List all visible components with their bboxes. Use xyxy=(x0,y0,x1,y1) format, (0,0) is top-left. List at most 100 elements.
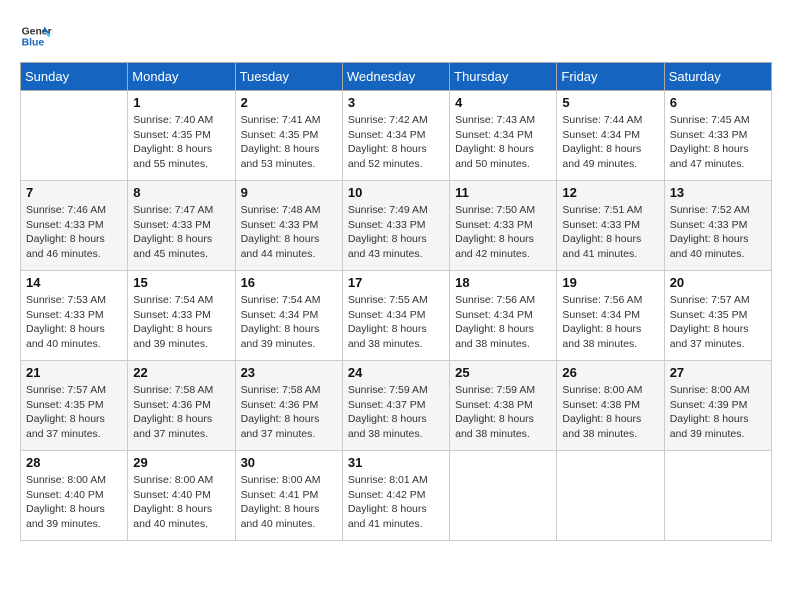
day-number: 21 xyxy=(26,365,122,380)
calendar-table: SundayMondayTuesdayWednesdayThursdayFrid… xyxy=(20,62,772,541)
calendar-cell: 28 Sunrise: 8:00 AM Sunset: 4:40 PM Dayli… xyxy=(21,451,128,541)
day-info: Sunrise: 8:00 AM Sunset: 4:38 PM Dayligh… xyxy=(562,383,658,442)
week-row-4: 21 Sunrise: 7:57 AM Sunset: 4:35 PM Dayli… xyxy=(21,361,772,451)
day-info: Sunrise: 7:56 AM Sunset: 4:34 PM Dayligh… xyxy=(562,293,658,352)
day-number: 24 xyxy=(348,365,444,380)
day-number: 3 xyxy=(348,95,444,110)
calendar-cell: 11 Sunrise: 7:50 AM Sunset: 4:33 PM Dayli… xyxy=(450,181,557,271)
calendar-cell: 12 Sunrise: 7:51 AM Sunset: 4:33 PM Dayli… xyxy=(557,181,664,271)
day-info: Sunrise: 7:56 AM Sunset: 4:34 PM Dayligh… xyxy=(455,293,551,352)
day-info: Sunrise: 7:50 AM Sunset: 4:33 PM Dayligh… xyxy=(455,203,551,262)
day-number: 10 xyxy=(348,185,444,200)
calendar-cell: 21 Sunrise: 7:57 AM Sunset: 4:35 PM Dayli… xyxy=(21,361,128,451)
day-number: 5 xyxy=(562,95,658,110)
day-number: 27 xyxy=(670,365,766,380)
calendar-cell: 30 Sunrise: 8:00 AM Sunset: 4:41 PM Dayli… xyxy=(235,451,342,541)
day-info: Sunrise: 7:49 AM Sunset: 4:33 PM Dayligh… xyxy=(348,203,444,262)
day-number: 6 xyxy=(670,95,766,110)
day-info: Sunrise: 7:48 AM Sunset: 4:33 PM Dayligh… xyxy=(241,203,337,262)
day-info: Sunrise: 8:00 AM Sunset: 4:40 PM Dayligh… xyxy=(133,473,229,532)
day-info: Sunrise: 7:58 AM Sunset: 4:36 PM Dayligh… xyxy=(241,383,337,442)
day-number: 19 xyxy=(562,275,658,290)
day-number: 4 xyxy=(455,95,551,110)
weekday-header-sunday: Sunday xyxy=(21,63,128,91)
day-number: 29 xyxy=(133,455,229,470)
calendar-cell: 9 Sunrise: 7:48 AM Sunset: 4:33 PM Daylig… xyxy=(235,181,342,271)
day-number: 28 xyxy=(26,455,122,470)
day-number: 16 xyxy=(241,275,337,290)
day-info: Sunrise: 7:40 AM Sunset: 4:35 PM Dayligh… xyxy=(133,113,229,172)
day-number: 25 xyxy=(455,365,551,380)
logo-icon: General Blue xyxy=(20,20,52,52)
day-number: 18 xyxy=(455,275,551,290)
calendar-cell: 7Sunrise: 7:46 AM Sunset: 4:33 PM Daylig… xyxy=(21,181,128,271)
calendar-cell: 13Sunrise: 7:52 AM Sunset: 4:33 PM Dayli… xyxy=(664,181,771,271)
day-info: Sunrise: 8:00 AM Sunset: 4:39 PM Dayligh… xyxy=(670,383,766,442)
calendar-cell: 22 Sunrise: 7:58 AM Sunset: 4:36 PM Dayli… xyxy=(128,361,235,451)
calendar-cell: 15 Sunrise: 7:54 AM Sunset: 4:33 PM Dayli… xyxy=(128,271,235,361)
day-number: 14 xyxy=(26,275,122,290)
day-info: Sunrise: 7:59 AM Sunset: 4:38 PM Dayligh… xyxy=(455,383,551,442)
day-number: 30 xyxy=(241,455,337,470)
day-info: Sunrise: 7:57 AM Sunset: 4:35 PM Dayligh… xyxy=(670,293,766,352)
day-info: Sunrise: 7:54 AM Sunset: 4:33 PM Dayligh… xyxy=(133,293,229,352)
day-number: 9 xyxy=(241,185,337,200)
day-number: 2 xyxy=(241,95,337,110)
day-info: Sunrise: 7:51 AM Sunset: 4:33 PM Dayligh… xyxy=(562,203,658,262)
day-info: Sunrise: 8:00 AM Sunset: 4:41 PM Dayligh… xyxy=(241,473,337,532)
calendar-cell: 3 Sunrise: 7:42 AM Sunset: 4:34 PM Daylig… xyxy=(342,91,449,181)
calendar-cell: 16 Sunrise: 7:54 AM Sunset: 4:34 PM Dayli… xyxy=(235,271,342,361)
day-info: Sunrise: 8:01 AM Sunset: 4:42 PM Dayligh… xyxy=(348,473,444,532)
calendar-cell: 2Sunrise: 7:41 AM Sunset: 4:35 PM Daylig… xyxy=(235,91,342,181)
calendar-cell: 25 Sunrise: 7:59 AM Sunset: 4:38 PM Dayli… xyxy=(450,361,557,451)
day-number: 22 xyxy=(133,365,229,380)
weekday-header-friday: Friday xyxy=(557,63,664,91)
day-info: Sunrise: 8:00 AM Sunset: 4:40 PM Dayligh… xyxy=(26,473,122,532)
weekday-header-wednesday: Wednesday xyxy=(342,63,449,91)
calendar-cell: 8Sunrise: 7:47 AM Sunset: 4:33 PM Daylig… xyxy=(128,181,235,271)
header-row: SundayMondayTuesdayWednesdayThursdayFrid… xyxy=(21,63,772,91)
calendar-cell: 5 Sunrise: 7:44 AM Sunset: 4:34 PM Daylig… xyxy=(557,91,664,181)
calendar-cell: 29 Sunrise: 8:00 AM Sunset: 4:40 PM Dayli… xyxy=(128,451,235,541)
weekday-header-thursday: Thursday xyxy=(450,63,557,91)
day-info: Sunrise: 7:54 AM Sunset: 4:34 PM Dayligh… xyxy=(241,293,337,352)
day-info: Sunrise: 7:42 AM Sunset: 4:34 PM Dayligh… xyxy=(348,113,444,172)
weekday-header-monday: Monday xyxy=(128,63,235,91)
week-row-1: 1 Sunrise: 7:40 AM Sunset: 4:35 PM Daylig… xyxy=(21,91,772,181)
day-number: 15 xyxy=(133,275,229,290)
calendar-cell: 31 Sunrise: 8:01 AM Sunset: 4:42 PM Dayli… xyxy=(342,451,449,541)
calendar-cell: 14 Sunrise: 7:53 AM Sunset: 4:33 PM Dayli… xyxy=(21,271,128,361)
calendar-cell: 23 Sunrise: 7:58 AM Sunset: 4:36 PM Dayli… xyxy=(235,361,342,451)
logo: General Blue xyxy=(20,20,52,52)
weekday-header-tuesday: Tuesday xyxy=(235,63,342,91)
day-info: Sunrise: 7:47 AM Sunset: 4:33 PM Dayligh… xyxy=(133,203,229,262)
calendar-cell: 17Sunrise: 7:55 AM Sunset: 4:34 PM Dayli… xyxy=(342,271,449,361)
day-info: Sunrise: 7:55 AM Sunset: 4:34 PM Dayligh… xyxy=(348,293,444,352)
day-info: Sunrise: 7:53 AM Sunset: 4:33 PM Dayligh… xyxy=(26,293,122,352)
calendar-cell xyxy=(664,451,771,541)
day-number: 26 xyxy=(562,365,658,380)
day-number: 23 xyxy=(241,365,337,380)
weekday-header-saturday: Saturday xyxy=(664,63,771,91)
calendar-cell: 26 Sunrise: 8:00 AM Sunset: 4:38 PM Dayli… xyxy=(557,361,664,451)
day-info: Sunrise: 7:44 AM Sunset: 4:34 PM Dayligh… xyxy=(562,113,658,172)
day-number: 31 xyxy=(348,455,444,470)
day-number: 12 xyxy=(562,185,658,200)
week-row-3: 14 Sunrise: 7:53 AM Sunset: 4:33 PM Dayli… xyxy=(21,271,772,361)
svg-text:Blue: Blue xyxy=(22,38,45,49)
calendar-cell xyxy=(21,91,128,181)
day-info: Sunrise: 7:43 AM Sunset: 4:34 PM Dayligh… xyxy=(455,113,551,172)
day-number: 1 xyxy=(133,95,229,110)
calendar-cell: 4 Sunrise: 7:43 AM Sunset: 4:34 PM Daylig… xyxy=(450,91,557,181)
day-info: Sunrise: 7:45 AM Sunset: 4:33 PM Dayligh… xyxy=(670,113,766,172)
calendar-cell: 24Sunrise: 7:59 AM Sunset: 4:37 PM Dayli… xyxy=(342,361,449,451)
day-number: 11 xyxy=(455,185,551,200)
calendar-cell: 27 Sunrise: 8:00 AM Sunset: 4:39 PM Dayli… xyxy=(664,361,771,451)
calendar-cell: 18 Sunrise: 7:56 AM Sunset: 4:34 PM Dayli… xyxy=(450,271,557,361)
calendar-cell xyxy=(557,451,664,541)
calendar-cell: 1 Sunrise: 7:40 AM Sunset: 4:35 PM Daylig… xyxy=(128,91,235,181)
day-info: Sunrise: 7:57 AM Sunset: 4:35 PM Dayligh… xyxy=(26,383,122,442)
day-info: Sunrise: 7:46 AM Sunset: 4:33 PM Dayligh… xyxy=(26,203,122,262)
day-info: Sunrise: 7:58 AM Sunset: 4:36 PM Dayligh… xyxy=(133,383,229,442)
day-number: 20 xyxy=(670,275,766,290)
